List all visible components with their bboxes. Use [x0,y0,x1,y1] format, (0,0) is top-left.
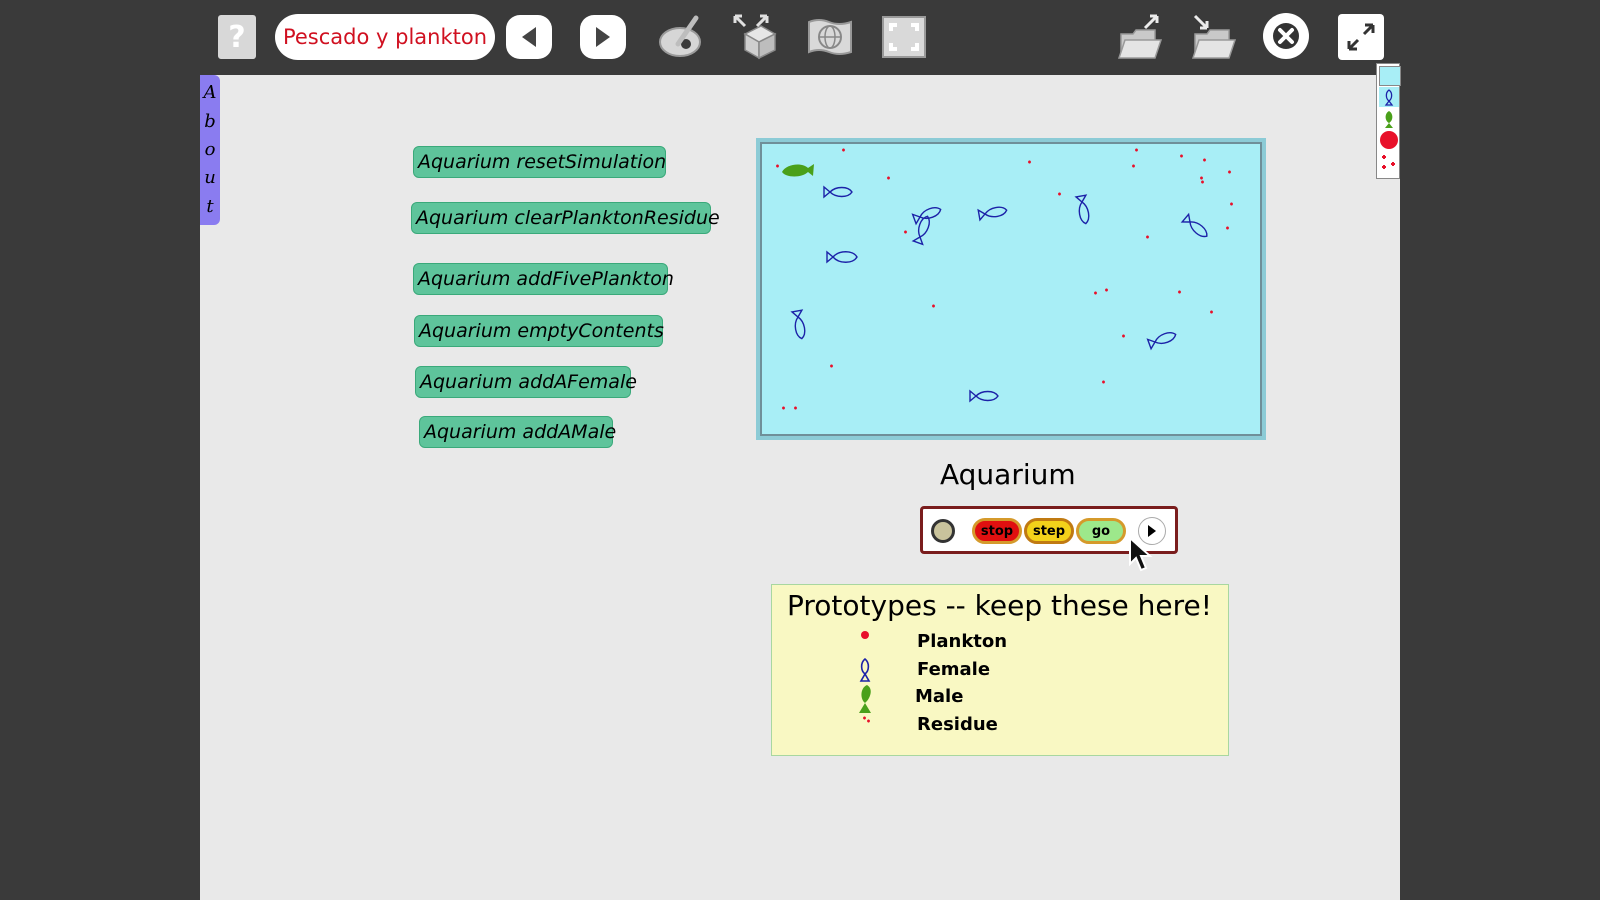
paint-icon [659,15,701,57]
aquarium-thumbnail[interactable] [1379,66,1401,86]
project-name: Pescado y plankton [282,25,488,49]
open-project-icon [1117,14,1163,59]
female-fish-icon [1074,194,1090,225]
ticking-indicator[interactable] [931,519,955,543]
squeak-world: ? Pescado y plankton A b o u t Aquarium … [200,0,1401,900]
empty-contents-button[interactable]: Aquarium emptyContents [414,315,664,347]
female-fish-icon [1180,212,1208,238]
reset-simulation-button[interactable]: Aquarium resetSimulation [413,146,666,178]
add-five-plankton-button[interactable]: Aquarium addFivePlankton [413,263,674,295]
residue-icon[interactable] [850,712,880,738]
help-icon: ? [228,19,246,55]
add-a-female-button[interactable]: Aquarium addAFemale [415,366,637,398]
help-button[interactable]: ? [218,15,256,59]
about-letter: b [204,110,216,132]
residue-icon[interactable] [1379,152,1399,172]
about-letter: u [204,167,216,189]
prototype-row-female: Female [772,657,1228,683]
male-fish-icon[interactable] [1379,109,1399,129]
aquarium-label: Aquarium [940,458,1076,491]
supplies-button[interactable] [730,12,782,62]
male-fish-icon [782,164,814,177]
supplies-icon [733,14,777,60]
import-project-button[interactable] [1188,12,1240,62]
prototype-label: Residue [917,714,998,735]
previous-page-button[interactable] [506,15,552,59]
prototypes-title: Prototypes -- keep these here! [787,589,1213,622]
publish-world-button[interactable] [804,12,856,62]
back-arrow-icon [522,27,536,47]
female-fish-icon[interactable] [1379,87,1399,107]
prototype-row-residue: Residue [772,712,1228,738]
plankton-icon[interactable] [1379,130,1399,150]
top-toolbar: ? Pescado y plankton [200,0,1400,75]
female-fish-icon [790,309,806,340]
clear-plankton-residue-button[interactable]: Aquarium clearPlanktonResidue [411,202,720,234]
female-fish-icon [1146,332,1177,351]
female-fish-icon [977,206,1008,222]
expand-button[interactable] [1338,14,1384,60]
forward-arrow-icon [596,27,610,47]
project-name-button[interactable]: Pescado y plankton [275,14,495,60]
prototype-label: Male [915,686,964,707]
close-button[interactable] [1263,13,1309,59]
paint-button[interactable] [655,12,707,62]
aquarium-playfield[interactable] [756,138,1266,440]
female-fish-icon [911,215,930,246]
male-fish-icon[interactable] [850,684,880,714]
mouse-cursor-icon [1129,536,1153,572]
aquarium-contents [776,148,1233,410]
go-button[interactable]: go [1076,518,1126,544]
fullscreen-frame-button[interactable] [878,12,930,62]
about-flap-tab[interactable]: A b o u t [200,75,220,225]
female-fish-icon [826,250,858,264]
female-fish-icon [969,389,999,403]
prototype-row-plankton: Plankton [772,629,1228,655]
stop-button[interactable]: stop [972,518,1022,544]
about-letter: t [206,195,214,217]
world-icon [808,19,852,55]
prototypes-panel: Prototypes -- keep these here! Plankton … [771,584,1229,756]
next-page-button[interactable] [580,15,626,59]
about-letter: A [203,82,217,104]
plankton-icon[interactable] [850,629,880,655]
expand-icon [1347,23,1375,51]
female-fish-icon [911,207,942,226]
prototype-row-male: Male [772,684,1228,713]
prototype-label: Plankton [917,631,1008,652]
female-fish-icon[interactable] [850,657,880,683]
about-letter: o [204,138,216,160]
close-icon [1273,23,1299,49]
add-a-male-button[interactable]: Aquarium addAMale [419,416,616,448]
object-catalog-flap[interactable] [1376,63,1401,179]
import-project-icon [1191,14,1237,59]
female-fish-icon [823,185,853,199]
fullscreen-frame-icon [882,16,926,58]
prototype-label: Female [917,659,991,680]
open-project-button[interactable] [1114,12,1166,62]
step-button[interactable]: step [1024,518,1074,544]
